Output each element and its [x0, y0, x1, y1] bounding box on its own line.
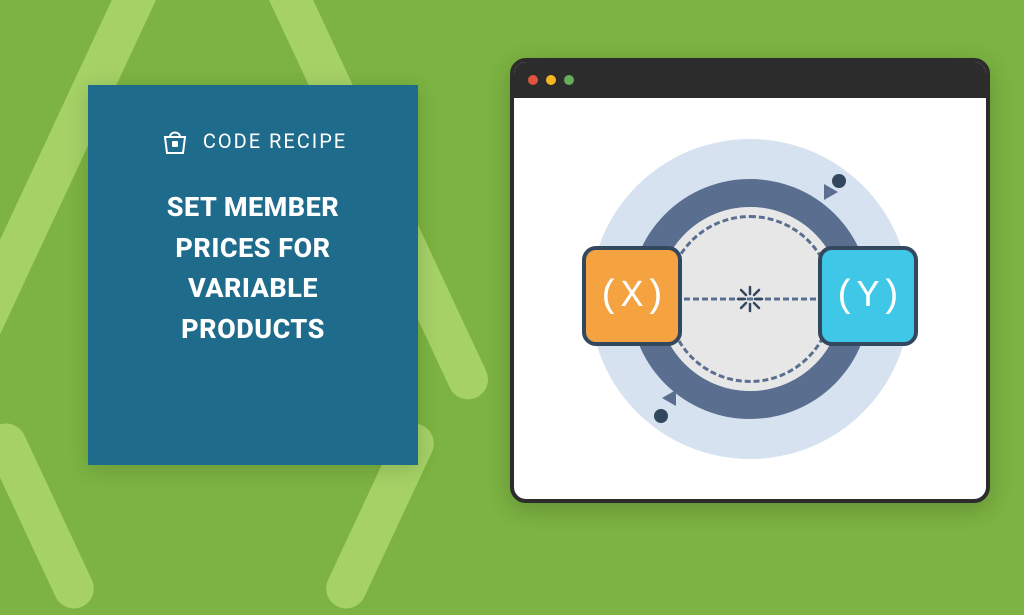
bg-decoration — [0, 417, 100, 615]
brand-row: CODE RECIPE — [122, 125, 384, 157]
close-dot-icon — [528, 75, 538, 85]
brand-text: CODE RECIPE — [203, 129, 347, 153]
node-dot-icon — [832, 174, 846, 188]
arrowhead-icon — [662, 390, 676, 406]
spark-icon — [736, 285, 764, 313]
diagram-viewport: (X) (Y) — [514, 98, 986, 499]
minimize-dot-icon — [546, 75, 556, 85]
node-dot-icon — [654, 409, 668, 423]
titlebar — [514, 62, 986, 98]
browser-window: (X) (Y) — [510, 58, 990, 503]
variable-x-box: (X) — [582, 246, 682, 346]
headline: SET MEMBER PRICES FOR VARIABLE PRODUCTS — [122, 187, 384, 349]
title-card: CODE RECIPE SET MEMBER PRICES FOR VARIAB… — [88, 85, 418, 465]
variable-y-box: (Y) — [818, 246, 918, 346]
maximize-dot-icon — [564, 75, 574, 85]
lock-bag-icon — [159, 125, 191, 157]
